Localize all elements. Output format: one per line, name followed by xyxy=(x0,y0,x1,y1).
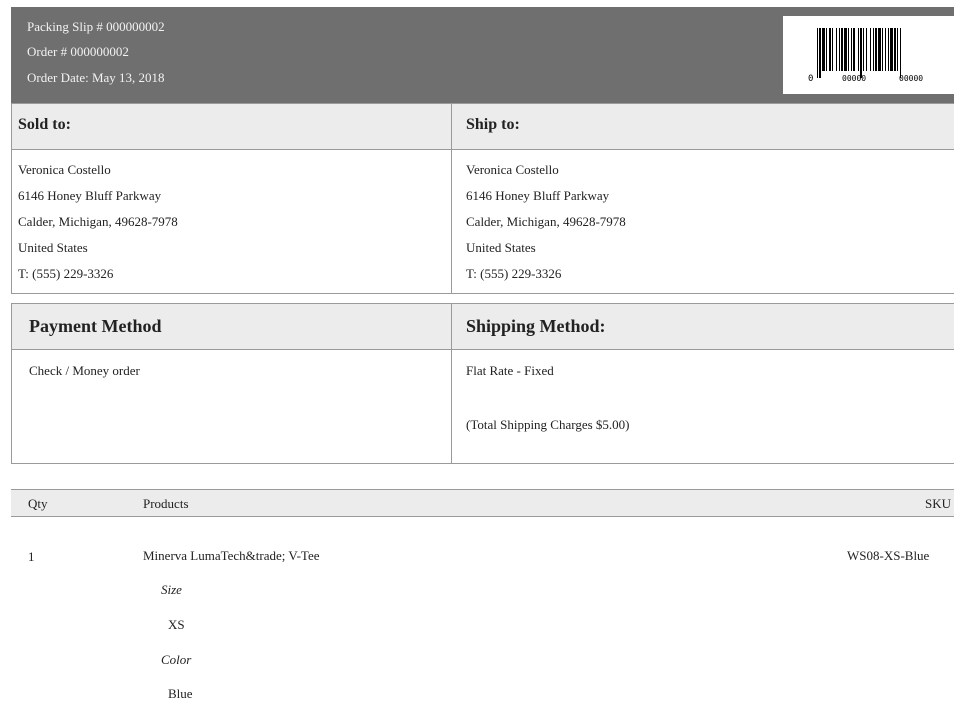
ship-to-country: United States xyxy=(466,240,536,255)
barcode: 0 00000 00000 2 xyxy=(783,16,954,94)
barcode-digits-group2: 00000 xyxy=(899,74,923,83)
barcode-bar xyxy=(888,28,889,71)
sold-to-phone: T: (555) 229-3326 xyxy=(18,266,114,281)
shipping-method-value: Flat Rate - Fixed xyxy=(466,363,554,378)
barcode-graphic: 0 00000 00000 2 xyxy=(808,28,923,84)
order-date: Order Date: May 13, 2018 xyxy=(27,70,165,85)
item-option-label-size: Size xyxy=(161,582,182,597)
barcode-bar xyxy=(875,28,877,71)
ship-to-name: Veronica Costello xyxy=(466,162,559,177)
barcode-bar xyxy=(866,28,867,71)
methods-column-divider xyxy=(451,304,452,463)
barcode-digits-group1: 00000 xyxy=(842,74,866,83)
barcode-bar xyxy=(878,28,881,71)
barcode-bar xyxy=(863,28,864,71)
barcode-bar xyxy=(873,28,874,71)
barcode-bar xyxy=(882,28,883,71)
packing-slip-header: Packing Slip # 000000002 Order # 0000000… xyxy=(11,7,954,103)
ship-to-city: Calder, Michigan, 49628-7978 xyxy=(466,214,626,229)
barcode-bar xyxy=(829,28,831,71)
products-column-header: Products xyxy=(143,496,189,511)
methods-section-header: Payment Method Shipping Method: xyxy=(12,304,954,350)
sold-to-title: Sold to: xyxy=(18,116,71,133)
packing-slip-number: Packing Slip # 000000002 xyxy=(27,19,165,34)
barcode-bar xyxy=(841,28,843,71)
barcode-bar xyxy=(853,28,855,71)
barcode-bar xyxy=(832,28,833,71)
sku-column-header: SKU xyxy=(925,496,952,511)
item-qty: 1 xyxy=(28,549,35,564)
barcode-bar xyxy=(900,28,901,78)
barcode-bar xyxy=(870,28,871,71)
address-section-header: Sold to: Ship to: xyxy=(12,104,954,150)
barcode-bar xyxy=(890,28,893,71)
address-column-divider xyxy=(451,104,452,293)
barcode-bar xyxy=(817,28,818,78)
barcode-bar xyxy=(819,28,821,78)
sold-to-country: United States xyxy=(18,240,88,255)
barcode-bar xyxy=(885,28,886,71)
items-table-header: Qty Products SKU xyxy=(11,489,954,517)
item-option-value-color: Blue xyxy=(168,686,193,701)
item-option-label-color: Color xyxy=(161,652,192,667)
sold-to-name: Veronica Costello xyxy=(18,162,111,177)
ship-to-title: Ship to: xyxy=(466,116,520,133)
barcode-bar xyxy=(851,28,852,71)
item-sku: WS08-XS-Blue xyxy=(847,548,930,563)
sold-to-street: 6146 Honey Bluff Parkway xyxy=(18,188,162,203)
payment-method-title: Payment Method xyxy=(29,316,162,336)
ship-to-phone: T: (555) 229-3326 xyxy=(466,266,562,281)
ship-to-street: 6146 Honey Bluff Parkway xyxy=(466,188,610,203)
barcode-bar xyxy=(844,28,847,71)
qty-column-header: Qty xyxy=(28,496,48,511)
methods-section: Payment Method Shipping Method: Check / … xyxy=(11,303,954,464)
barcode-bar xyxy=(839,28,840,71)
barcode-bar xyxy=(836,28,837,71)
barcode-bar xyxy=(858,28,859,71)
item-option-value-size: XS xyxy=(168,617,185,632)
shipping-charges: (Total Shipping Charges $5.00) xyxy=(466,417,630,432)
barcode-bar xyxy=(897,28,898,71)
item-product-name: Minerva LumaTech&trade; V-Tee xyxy=(143,548,320,563)
sold-to-city: Calder, Michigan, 49628-7978 xyxy=(18,214,178,229)
barcode-bar xyxy=(860,28,862,78)
barcode-digit-left: 0 xyxy=(808,74,813,84)
shipping-method-title: Shipping Method: xyxy=(466,316,606,336)
barcode-bar xyxy=(822,28,825,71)
address-section: Sold to: Ship to: Veronica Costello 6146… xyxy=(11,103,954,294)
payment-method-value: Check / Money order xyxy=(29,363,140,378)
barcode-bar xyxy=(894,28,896,71)
barcode-bar xyxy=(848,28,849,71)
order-number: Order # 000000002 xyxy=(27,44,129,59)
barcode-bar xyxy=(826,28,827,71)
